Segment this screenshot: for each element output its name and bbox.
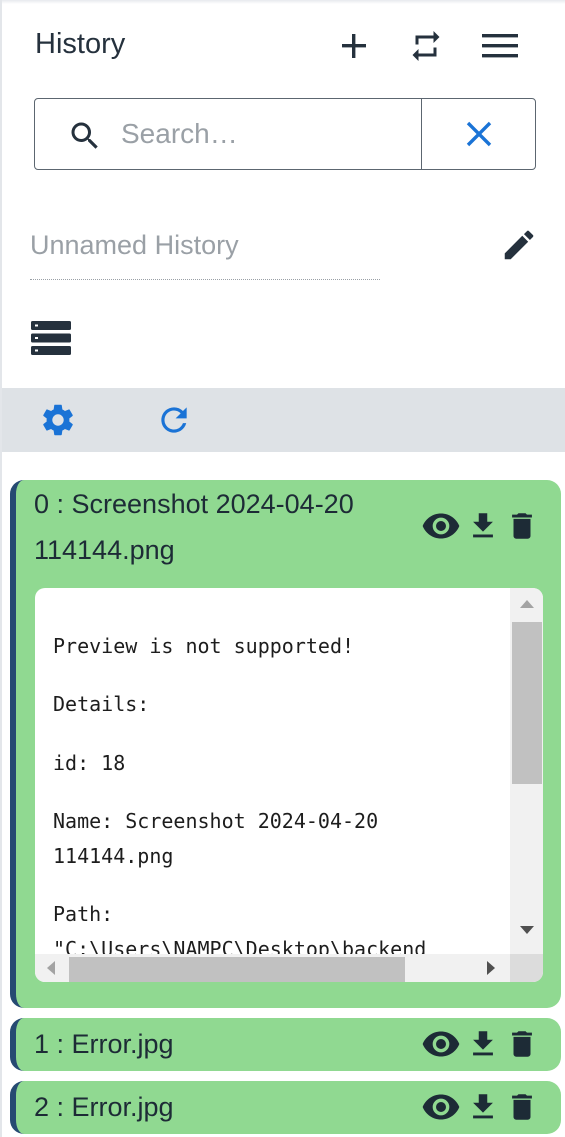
history-toolbar — [2, 388, 565, 452]
history-item-expanded: 0 : Screenshot 2024-04-20 114144.png Pre… — [10, 480, 561, 1008]
gear-icon — [43, 404, 73, 436]
item-title-line-1: 0 : Screenshot 2024-04-20 — [34, 489, 354, 519]
download-button[interactable] — [463, 1087, 503, 1127]
preview-line: id: 18 — [53, 751, 126, 775]
item-actions — [419, 1087, 541, 1127]
refresh-icon — [161, 407, 187, 433]
item-title[interactable]: 0 : Screenshot 2024-04-20 114144.png — [34, 484, 354, 570]
dataset-preview: Preview is not supported! Details: id: 1… — [35, 588, 543, 982]
horizontal-scrollbar[interactable] — [35, 954, 510, 982]
preview-line: Path: — [53, 902, 114, 926]
history-options-button[interactable] — [478, 24, 522, 68]
trash-icon — [512, 513, 532, 539]
pencil-icon — [504, 230, 534, 260]
download-button[interactable] — [463, 506, 503, 546]
history-item: 2 : Error.jpg — [10, 1081, 561, 1134]
download-button[interactable] — [463, 1024, 503, 1064]
item-actions — [419, 1024, 541, 1064]
item-title[interactable]: 1 : Error.jpg — [34, 1024, 174, 1064]
view-button[interactable] — [419, 1087, 463, 1127]
item-actions — [419, 506, 541, 546]
horizontal-scroll-thumb[interactable] — [69, 957, 405, 982]
page-title: History — [35, 28, 126, 60]
eye-icon — [422, 513, 460, 539]
trash-icon — [512, 1094, 532, 1120]
eye-icon — [422, 1094, 460, 1120]
preview-line: 114144.png — [53, 844, 174, 868]
item-title-line-2: 114144.png — [34, 535, 175, 565]
history-name[interactable]: Unnamed History — [30, 230, 380, 280]
settings-button[interactable] — [38, 400, 78, 440]
view-button[interactable] — [419, 1024, 463, 1064]
search-box — [34, 98, 536, 170]
item-title[interactable]: 2 : Error.jpg — [34, 1087, 174, 1127]
left-edge — [0, 0, 2, 1137]
delete-button[interactable] — [503, 1087, 541, 1127]
search-icon — [71, 122, 98, 149]
delete-button[interactable] — [503, 506, 541, 546]
database-icon[interactable] — [30, 318, 72, 358]
trash-icon — [512, 1031, 532, 1057]
switch-history-button[interactable] — [404, 24, 448, 68]
scroll-up-arrow-icon[interactable] — [520, 600, 534, 608]
download-icon — [473, 1031, 493, 1056]
vertical-scrollbar[interactable] — [510, 588, 543, 954]
preview-line: Preview is not supported! — [53, 634, 355, 658]
plus-icon — [342, 34, 366, 58]
scroll-down-arrow-icon[interactable] — [520, 926, 534, 934]
clear-search-button[interactable] — [422, 99, 535, 169]
vertical-scroll-thumb[interactable] — [512, 622, 542, 784]
preview-line: Details: — [53, 692, 150, 716]
search-input[interactable] — [121, 115, 411, 153]
scrollbar-corner — [510, 954, 543, 982]
download-icon — [473, 513, 493, 538]
edit-history-name-button[interactable] — [496, 222, 542, 268]
download-icon — [473, 1094, 493, 1119]
scroll-right-arrow-icon[interactable] — [487, 961, 495, 975]
preview-line: Name: Screenshot 2024-04-20 — [53, 809, 379, 833]
switch-icon — [412, 31, 440, 61]
eye-icon — [422, 1031, 460, 1057]
menu-icon — [482, 34, 518, 58]
history-item: 1 : Error.jpg — [10, 1018, 561, 1071]
close-icon — [466, 121, 491, 147]
view-button[interactable] — [419, 506, 463, 546]
delete-button[interactable] — [503, 1024, 541, 1064]
refresh-button[interactable] — [154, 400, 194, 440]
history-header: History — [0, 0, 565, 90]
scroll-left-arrow-icon[interactable] — [47, 961, 55, 975]
new-history-button[interactable] — [332, 24, 376, 68]
